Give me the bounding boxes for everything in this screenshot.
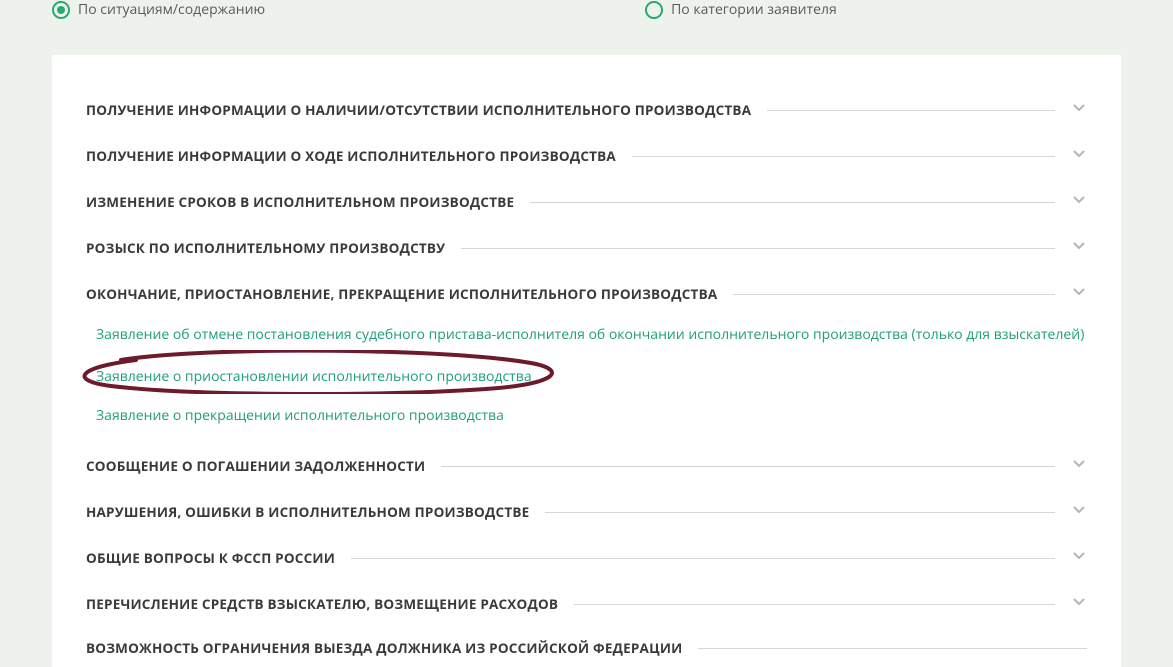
chevron-down-icon xyxy=(1071,547,1087,569)
divider xyxy=(545,512,1055,513)
row-title: ВОЗМОЖНОСТЬ ОГРАНИЧЕНИЯ ВЫЕЗДА ДОЛЖНИКА … xyxy=(86,639,682,657)
sublist-link[interactable]: Заявление о прекращении исполнительного … xyxy=(96,406,1087,425)
chevron-down-icon xyxy=(1071,455,1087,477)
accordion-row[interactable]: ОБЩИЕ ВОПРОСЫ К ФССП РОССИИ xyxy=(86,533,1087,579)
row-title: РОЗЫСК ПО ИСПОЛНИТЕЛЬНОМУ ПРОИЗВОДСТВУ xyxy=(86,239,445,257)
row-title: ПЕРЕЧИСЛЕНИЕ СРЕДСТВ ВЗЫСКАТЕЛЮ, ВОЗМЕЩЕ… xyxy=(86,595,558,613)
radio-unselected-icon xyxy=(645,1,663,19)
accordion-row[interactable]: ПЕРЕЧИСЛЕНИЕ СРЕДСТВ ВЗЫСКАТЕЛЮ, ВОЗМЕЩЕ… xyxy=(86,579,1087,625)
accordion-row[interactable]: РОЗЫСК ПО ИСПОЛНИТЕЛЬНОМУ ПРОИЗВОДСТВУ xyxy=(86,223,1087,269)
chevron-down-icon xyxy=(1071,145,1087,167)
accordion-row[interactable]: СООБЩЕНИЕ О ПОГАШЕНИИ ЗАДОЛЖЕННОСТИ xyxy=(86,441,1087,487)
chevron-down-icon xyxy=(1071,593,1087,615)
tab-label: По ситуациям/содержанию xyxy=(78,0,265,19)
divider xyxy=(461,248,1055,249)
divider xyxy=(632,156,1055,157)
sublist-link[interactable]: Заявление об отмене постановления судебн… xyxy=(96,325,1087,344)
divider xyxy=(351,558,1055,559)
row-title: СООБЩЕНИЕ О ПОГАШЕНИИ ЗАДОЛЖЕННОСТИ xyxy=(86,457,425,475)
chevron-down-icon xyxy=(1071,99,1087,121)
accordion-panel: ПОЛУЧЕНИЕ ИНФОРМАЦИИ О НАЛИЧИИ/ОТСУТСТВИ… xyxy=(52,55,1121,667)
row-title: ПОЛУЧЕНИЕ ИНФОРМАЦИИ О ХОДЕ ИСПОЛНИТЕЛЬН… xyxy=(86,147,616,165)
radio-selected-icon xyxy=(52,1,70,19)
chevron-down-icon xyxy=(1071,501,1087,523)
sublist-link-highlighted[interactable]: Заявление о приостановлении исполнительн… xyxy=(96,367,532,386)
divider xyxy=(767,110,1055,111)
accordion-row[interactable]: ИЗМЕНЕНИЕ СРОКОВ В ИСПОЛНИТЕЛЬНОМ ПРОИЗВ… xyxy=(86,177,1087,223)
tab-label: По категории заявителя xyxy=(671,0,837,19)
chevron-down-icon xyxy=(1071,283,1087,305)
tab-by-situation[interactable]: По ситуациям/содержанию xyxy=(52,0,265,19)
row-title: ОБЩИЕ ВОПРОСЫ К ФССП РОССИИ xyxy=(86,549,335,567)
chevron-down-icon xyxy=(1071,191,1087,213)
divider xyxy=(530,202,1055,203)
row-title: ИЗМЕНЕНИЕ СРОКОВ В ИСПОЛНИТЕЛЬНОМ ПРОИЗВ… xyxy=(86,193,514,211)
accordion-row[interactable]: ПОЛУЧЕНИЕ ИНФОРМАЦИИ О НАЛИЧИИ/ОТСУТСТВИ… xyxy=(86,85,1087,131)
filter-tabs: По ситуациям/содержанию По категории зая… xyxy=(0,0,1173,27)
tab-by-category[interactable]: По категории заявителя xyxy=(645,0,837,19)
divider xyxy=(441,466,1055,467)
divider xyxy=(698,648,1087,649)
accordion-row[interactable]: ПОЛУЧЕНИЕ ИНФОРМАЦИИ О ХОДЕ ИСПОЛНИТЕЛЬН… xyxy=(86,131,1087,177)
chevron-down-icon xyxy=(1071,237,1087,259)
accordion-row[interactable]: ВОЗМОЖНОСТЬ ОГРАНИЧЕНИЯ ВЫЕЗДА ДОЛЖНИКА … xyxy=(86,625,1087,667)
row-title: ПОЛУЧЕНИЕ ИНФОРМАЦИИ О НАЛИЧИИ/ОТСУТСТВИ… xyxy=(86,101,751,119)
row-title: НАРУШЕНИЯ, ОШИБКИ В ИСПОЛНИТЕЛЬНОМ ПРОИЗ… xyxy=(86,503,529,521)
divider xyxy=(574,604,1055,605)
accordion-sublist: Заявление об отмене постановления судебн… xyxy=(86,315,1087,441)
accordion-row[interactable]: НАРУШЕНИЯ, ОШИБКИ В ИСПОЛНИТЕЛЬНОМ ПРОИЗ… xyxy=(86,487,1087,533)
accordion-row-expanded[interactable]: ОКОНЧАНИЕ, ПРИОСТАНОВЛЕНИЕ, ПРЕКРАЩЕНИЕ … xyxy=(86,269,1087,315)
row-title: ОКОНЧАНИЕ, ПРИОСТАНОВЛЕНИЕ, ПРЕКРАЩЕНИЕ … xyxy=(86,285,717,303)
highlighted-link-wrap: Заявление о приостановлении исполнительн… xyxy=(96,364,1087,386)
divider xyxy=(733,294,1055,295)
